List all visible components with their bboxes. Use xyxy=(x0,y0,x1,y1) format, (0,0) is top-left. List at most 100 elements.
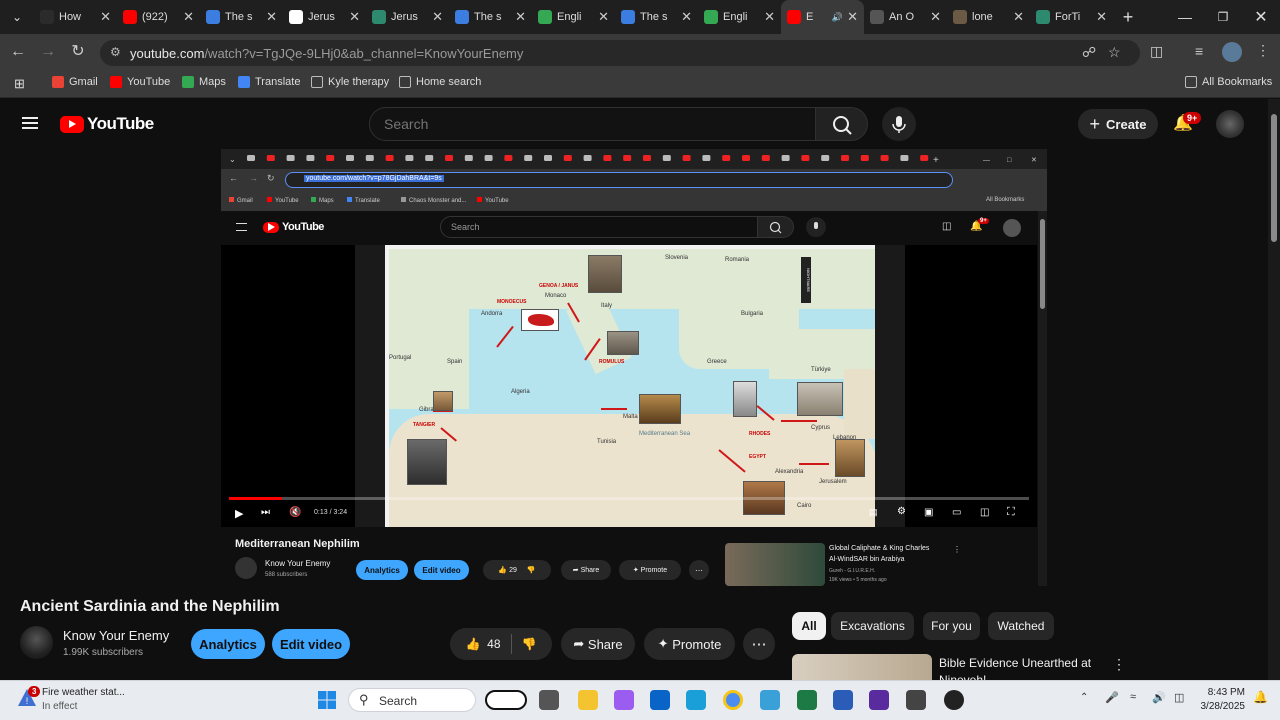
account-avatar[interactable] xyxy=(1216,110,1244,138)
tab-close-icon[interactable]: ✕ xyxy=(349,9,360,25)
filter-chip[interactable]: For you xyxy=(923,612,980,640)
word-icon[interactable] xyxy=(833,690,853,710)
tab-close-icon[interactable]: ✕ xyxy=(1013,9,1024,25)
create-button[interactable]: + Create xyxy=(1078,109,1158,139)
browser-tab[interactable]: lone ✕ xyxy=(947,0,1030,34)
copilot-icon[interactable] xyxy=(485,690,527,710)
bookmark-item[interactable]: Maps xyxy=(182,76,226,88)
weather-title[interactable]: Fire weather stat... xyxy=(42,687,125,698)
address-bar[interactable]: ⚙ youtube.com/watch?v=TgJQe-9LHj0&ab_cha… xyxy=(100,40,1140,66)
browser-tab[interactable]: Jerus ✕ xyxy=(366,0,449,34)
bookmark-item[interactable]: Translate xyxy=(238,76,300,88)
site-info-icon[interactable]: ⚙ xyxy=(110,45,121,59)
chrome-menu-icon[interactable]: ⋮ xyxy=(1256,42,1270,59)
filter-chip[interactable]: Excavations xyxy=(831,612,914,640)
outlook-icon[interactable] xyxy=(650,690,670,710)
tab-close-icon[interactable]: ✕ xyxy=(847,9,858,25)
chrome-icon[interactable] xyxy=(723,690,743,710)
tab-close-icon[interactable]: ✕ xyxy=(598,9,609,25)
like-button[interactable]: 👍 48 xyxy=(466,637,501,651)
tab-close-icon[interactable]: ✕ xyxy=(432,9,443,25)
tab-close-icon[interactable]: ✕ xyxy=(515,9,526,25)
search-button[interactable] xyxy=(816,107,868,141)
menu-icon[interactable] xyxy=(22,117,38,129)
all-bookmarks[interactable]: All Bookmarks xyxy=(1185,76,1272,88)
browser-tab[interactable]: The s ✕ xyxy=(449,0,532,34)
apps-grid-icon[interactable]: ⊞ xyxy=(14,76,25,92)
browser-tab[interactable]: Engli ✕ xyxy=(532,0,615,34)
wifi-icon[interactable]: ≈ xyxy=(1130,691,1136,703)
clock-date[interactable]: 3/28/2025 xyxy=(1197,701,1246,712)
browser-tab[interactable]: The s ✕ xyxy=(200,0,283,34)
browser-tab[interactable]: E 🔊 ✕ xyxy=(781,0,864,34)
tab-close-icon[interactable]: ✕ xyxy=(681,9,692,25)
youtube-logo[interactable]: YouTube xyxy=(60,114,154,134)
filter-chip[interactable]: Watched xyxy=(988,612,1054,640)
tab-close-icon[interactable]: ✕ xyxy=(930,9,941,25)
taskbar-search[interactable]: ⚲ Search xyxy=(348,688,476,712)
tray-chevron-icon[interactable]: ⌃ xyxy=(1080,692,1088,703)
page-scrollbar-thumb[interactable] xyxy=(1271,114,1277,242)
rec-title[interactable]: Bible Evidence Unearthed at xyxy=(939,656,1091,670)
back-button[interactable]: ← xyxy=(8,42,28,62)
tab-audio-icon[interactable]: 🔊 xyxy=(832,12,843,23)
profile-avatar[interactable] xyxy=(1222,42,1242,62)
main-video-player[interactable]: ⌄ + — □ ✕ ← → ↻ youtube.com/watch?v=p78GjDah… xyxy=(221,149,1047,586)
clock-time[interactable]: 8:43 PM xyxy=(1207,687,1245,698)
browser-tab[interactable]: How ✕ xyxy=(34,0,117,34)
analytics-button[interactable]: Analytics xyxy=(191,629,265,659)
volume-icon[interactable]: 🔊 xyxy=(1152,691,1166,704)
bookmark-item[interactable]: Gmail xyxy=(52,76,98,88)
browser-tab[interactable]: The s ✕ xyxy=(615,0,698,34)
excel-icon[interactable] xyxy=(797,690,817,710)
copilot-app-icon[interactable] xyxy=(614,690,634,710)
channel-avatar[interactable] xyxy=(20,626,53,659)
tab-search-chevron-icon[interactable]: ⌄ xyxy=(0,0,34,34)
reload-button[interactable]: ↻ xyxy=(68,42,88,62)
bookmark-item[interactable]: Home search xyxy=(399,76,481,88)
close-window-button[interactable]: ✕ xyxy=(1241,0,1280,34)
tab-close-icon[interactable]: ✕ xyxy=(1096,9,1107,25)
more-actions-button[interactable]: ⋯ xyxy=(743,628,775,660)
file-explorer-icon[interactable] xyxy=(578,690,598,710)
task-view-icon[interactable] xyxy=(539,690,559,710)
forward-button[interactable]: → xyxy=(38,42,58,62)
rec-more-icon[interactable]: ⋮ xyxy=(1112,656,1126,673)
voice-search-button[interactable] xyxy=(882,107,916,141)
browser-tab[interactable]: Engli ✕ xyxy=(698,0,781,34)
notification-center-icon[interactable]: 🔔 xyxy=(1253,690,1268,704)
tab-close-icon[interactable]: ✕ xyxy=(764,9,775,25)
notepad-icon[interactable] xyxy=(760,690,780,710)
maximize-button[interactable]: ❐ xyxy=(1203,0,1243,34)
tray-mic-icon[interactable]: 🎤 xyxy=(1105,691,1119,704)
bookmark-item[interactable]: Kyle therapy xyxy=(311,76,389,88)
minimize-button[interactable]: — xyxy=(1165,0,1205,34)
promote-button[interactable]: ✦ Promote xyxy=(644,628,735,660)
bookmark-star-icon[interactable]: ☆ xyxy=(1108,44,1121,61)
channel-name[interactable]: Know Your Enemy xyxy=(63,628,169,643)
browser-tab[interactable]: ForTi ✕ xyxy=(1030,0,1113,34)
obs-icon[interactable] xyxy=(944,690,964,710)
tab-close-icon[interactable]: ✕ xyxy=(266,9,277,25)
tab-close-icon[interactable]: ✕ xyxy=(100,9,111,25)
share-button[interactable]: ➦ Share xyxy=(561,628,635,660)
install-app-icon[interactable]: ☍ xyxy=(1082,44,1096,61)
media-control-icon[interactable]: ≡ xyxy=(1195,43,1203,59)
new-tab-button[interactable]: + xyxy=(1113,7,1143,28)
search-input[interactable] xyxy=(384,116,784,132)
search-box[interactable] xyxy=(369,107,816,141)
tab-close-icon[interactable]: ✕ xyxy=(183,9,194,25)
edit-video-button[interactable]: Edit video xyxy=(272,629,350,659)
browser-tab[interactable]: An O ✕ xyxy=(864,0,947,34)
calculator-icon[interactable] xyxy=(906,690,926,710)
bookmark-item[interactable]: YouTube xyxy=(110,76,170,88)
browser-tab[interactable]: Jerus ✕ xyxy=(283,0,366,34)
dislike-button[interactable]: 👎 xyxy=(522,637,537,651)
rec-title-line2[interactable]: Nineveh! xyxy=(939,672,986,680)
filter-chip[interactable]: All xyxy=(792,612,826,640)
extensions-icon[interactable]: ◫ xyxy=(1150,43,1163,60)
visual-studio-icon[interactable] xyxy=(869,690,889,710)
browser-tab[interactable]: (922) ✕ xyxy=(117,0,200,34)
battery-icon[interactable]: ◫ xyxy=(1174,691,1184,704)
windows-start-icon[interactable] xyxy=(317,690,337,710)
